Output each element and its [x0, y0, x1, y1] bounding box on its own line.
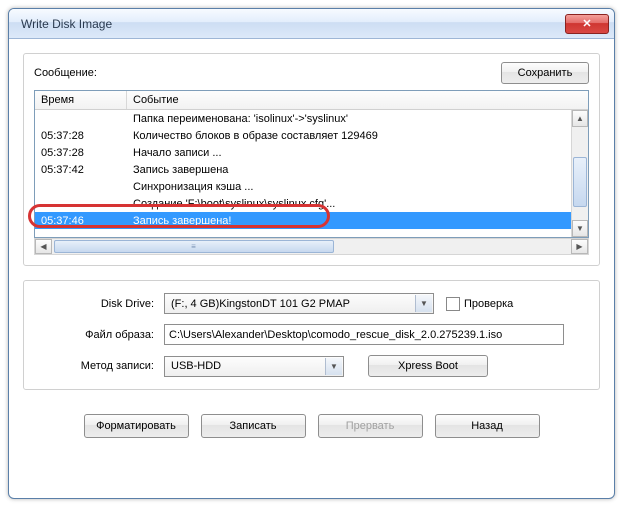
- settings-group: Disk Drive: (F:, 4 GB)KingstonDT 101 G2 …: [23, 280, 600, 390]
- message-label: Сообщение:: [34, 67, 501, 79]
- verify-label: Проверка: [464, 298, 513, 310]
- window-title: Write Disk Image: [21, 17, 565, 31]
- xpress-boot-button[interactable]: Xpress Boot: [368, 355, 488, 377]
- scroll-up-icon[interactable]: ▲: [572, 110, 588, 127]
- hscroll-thumb[interactable]: ≡: [54, 240, 334, 253]
- verify-checkbox[interactable]: [446, 297, 460, 311]
- scroll-track[interactable]: [572, 127, 588, 220]
- table-row[interactable]: Синхронизация кэша ...: [35, 178, 571, 195]
- content-area: Сообщение: Сохранить Время Событие Папка…: [9, 39, 614, 452]
- close-button[interactable]: ✕: [565, 14, 609, 34]
- hscroll-track[interactable]: ≡: [52, 239, 571, 254]
- log-listbox[interactable]: Время Событие Папка переименована: 'isol…: [34, 90, 589, 238]
- vertical-scrollbar[interactable]: ▲ ▼: [571, 110, 588, 237]
- table-row[interactable]: 05:37:42Запись завершена: [35, 161, 571, 178]
- column-event[interactable]: Событие: [127, 91, 588, 109]
- table-row[interactable]: Создание 'F:\boot\syslinux\syslinux.cfg'…: [35, 195, 571, 212]
- column-time[interactable]: Время: [35, 91, 127, 109]
- titlebar[interactable]: Write Disk Image ✕: [9, 9, 614, 39]
- disk-drive-value: (F:, 4 GB)KingstonDT 101 G2 PMAP: [171, 298, 350, 310]
- save-button[interactable]: Сохранить: [501, 62, 589, 84]
- list-header: Время Событие: [35, 91, 588, 110]
- scroll-right-icon[interactable]: ▶: [571, 239, 588, 254]
- horizontal-scrollbar[interactable]: ◀ ≡ ▶: [34, 238, 589, 255]
- table-row[interactable]: Папка переименована: 'isolinux'->'syslin…: [35, 110, 571, 127]
- write-method-label: Метод записи:: [34, 360, 164, 372]
- close-icon: ✕: [582, 17, 591, 30]
- write-method-select[interactable]: USB-HDD ▼: [164, 356, 344, 377]
- format-button[interactable]: Форматировать: [84, 414, 189, 438]
- abort-button: Прервать: [318, 414, 423, 438]
- scroll-down-icon[interactable]: ▼: [572, 220, 588, 237]
- table-row[interactable]: 05:37:28Начало записи ...: [35, 144, 571, 161]
- write-button[interactable]: Записать: [201, 414, 306, 438]
- log-group: Сообщение: Сохранить Время Событие Папка…: [23, 53, 600, 266]
- scroll-left-icon[interactable]: ◀: [35, 239, 52, 254]
- table-row[interactable]: 05:37:28Количество блоков в образе соста…: [35, 127, 571, 144]
- list-rows: Папка переименована: 'isolinux'->'syslin…: [35, 110, 571, 237]
- scroll-thumb[interactable]: [573, 157, 587, 207]
- button-row: Форматировать Записать Прервать Назад: [23, 414, 600, 438]
- write-method-value: USB-HDD: [171, 360, 221, 372]
- table-row-selected[interactable]: 05:37:46Запись завершена!: [35, 212, 571, 229]
- window-frame: Write Disk Image ✕ Сообщение: Сохранить …: [8, 8, 615, 499]
- disk-drive-label: Disk Drive:: [34, 298, 164, 310]
- image-file-input[interactable]: [164, 324, 564, 345]
- image-file-label: Файл образа:: [34, 329, 164, 341]
- back-button[interactable]: Назад: [435, 414, 540, 438]
- chevron-down-icon: ▼: [415, 295, 432, 312]
- disk-drive-select[interactable]: (F:, 4 GB)KingstonDT 101 G2 PMAP ▼: [164, 293, 434, 314]
- chevron-down-icon: ▼: [325, 358, 342, 375]
